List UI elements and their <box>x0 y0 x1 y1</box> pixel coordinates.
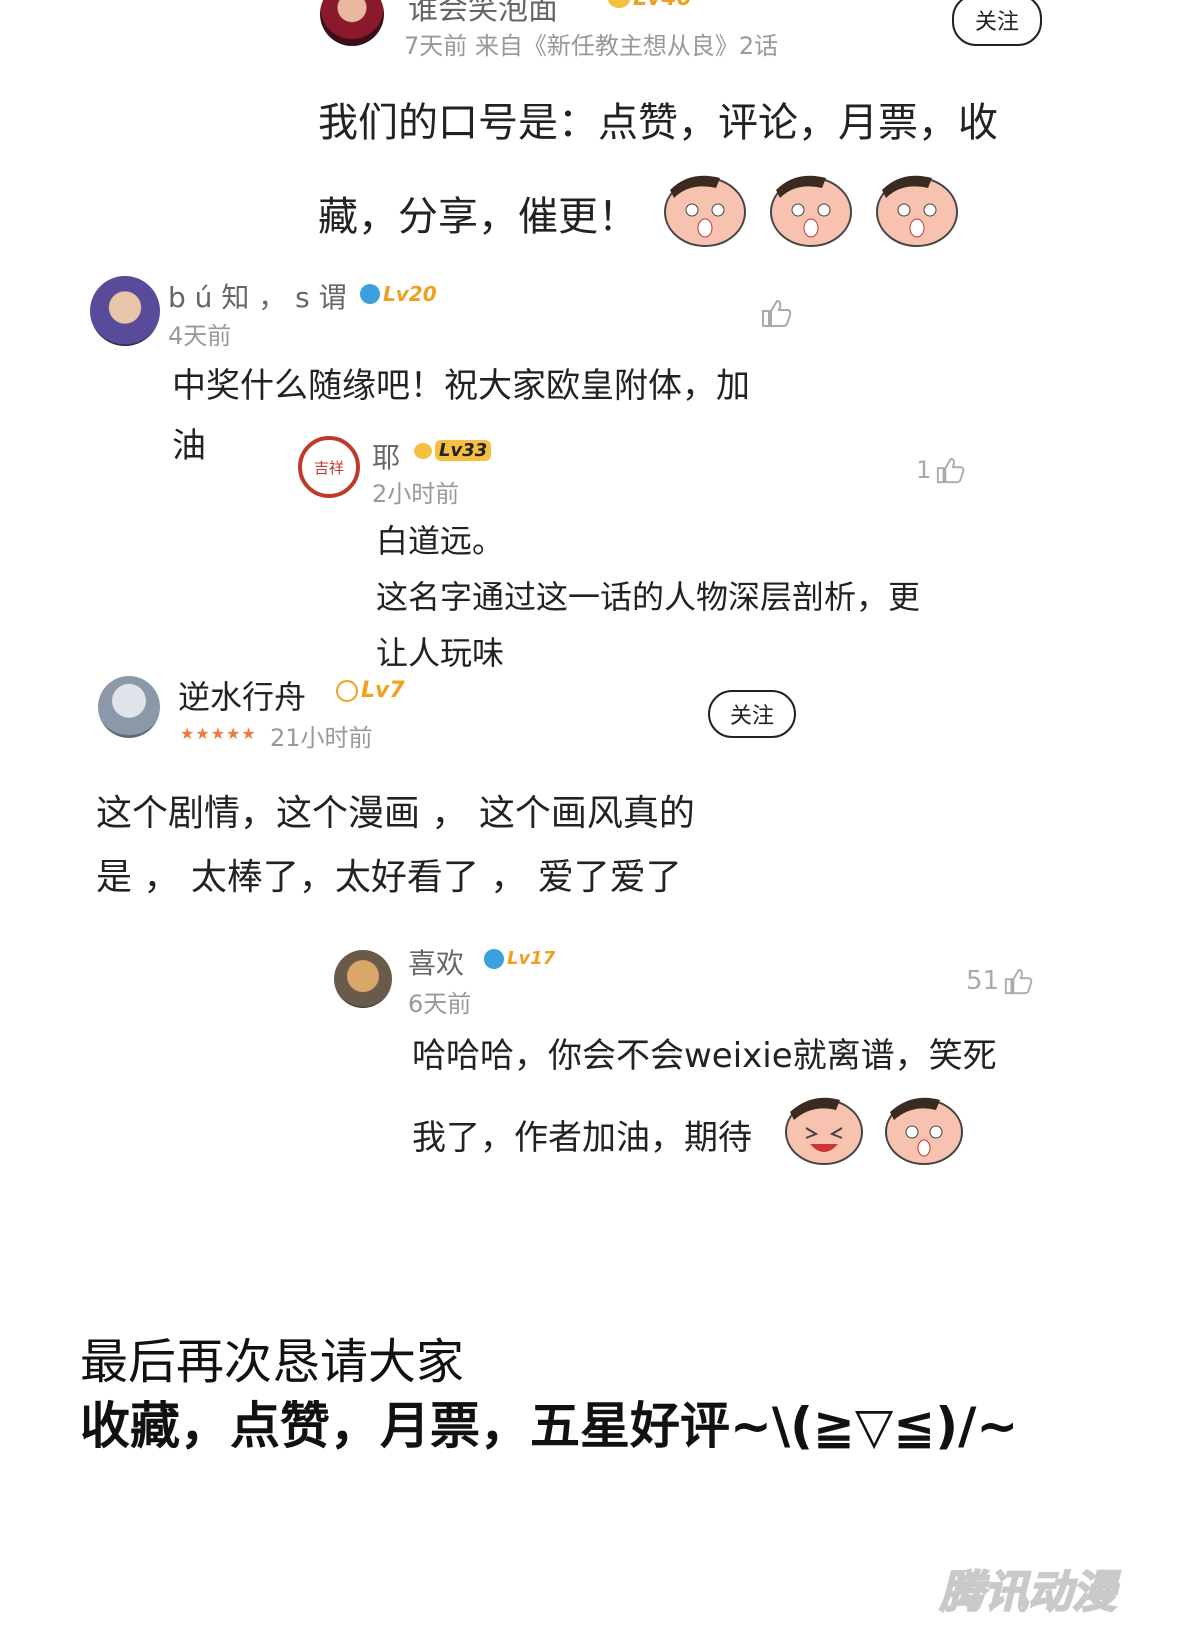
comment-text: 白道远。 <box>376 522 505 560</box>
like-button[interactable]: 1 <box>916 456 965 484</box>
comment-meta: 4天前 <box>168 322 232 350</box>
star-rating: ★★★★★ <box>180 724 257 743</box>
thumbs-up-icon <box>937 457 965 484</box>
level-label: Lv40 <box>633 0 692 11</box>
follow-button[interactable]: 关注 <box>952 0 1042 46</box>
avatar[interactable]: 吉祥 <box>298 436 360 498</box>
level-label: Lv17 <box>507 948 556 969</box>
emoji-face <box>664 175 746 247</box>
comment-text: 哈哈哈，你会不会weixie就离谱，笑死 <box>412 1036 997 1076</box>
comment-meta: 6天前 <box>408 990 472 1018</box>
comment-text: 让人玩味 <box>376 634 505 672</box>
avatar[interactable] <box>98 676 160 738</box>
level-badge: Lv40 <box>608 0 692 11</box>
emoji-face <box>770 175 852 247</box>
emoji-face <box>885 1097 963 1165</box>
level-crown-icon <box>608 0 630 8</box>
like-button[interactable]: 51 <box>966 966 1033 996</box>
footer-call-to-action: 收藏，点赞，月票，五星好评~\(≧▽≦)/~ <box>80 1397 1019 1455</box>
level-badge: Lv7 <box>336 678 405 703</box>
follow-label: 关注 <box>974 10 1019 35</box>
comment-text: 是 ， 太棒了，太好看了 ， 爱了爱了 <box>96 857 682 898</box>
follow-button[interactable]: 关注 <box>708 690 796 738</box>
comment-text: 我们的口号是：点赞，评论，月票，收 <box>318 100 998 146</box>
follow-label: 关注 <box>729 704 774 729</box>
username[interactable]: 耶 <box>372 436 400 476</box>
comment-text: 油 <box>172 426 206 466</box>
comment-meta: 21小时前 <box>270 724 373 752</box>
emoji-face <box>876 175 958 247</box>
thumbs-up-icon[interactable] <box>760 298 792 328</box>
avatar[interactable] <box>334 950 392 1008</box>
level-label: Lv20 <box>383 282 437 306</box>
level-crown-icon <box>414 442 432 459</box>
level-badge: Lv20 <box>360 282 437 306</box>
level-badge: Lv33 <box>414 440 492 461</box>
username[interactable]: 谁会笑泡面 <box>408 0 558 28</box>
avatar-text: 吉祥 <box>313 458 344 477</box>
comment-meta: 7天前 来自《新任教主想从良》2话 <box>404 32 779 60</box>
avatar[interactable] <box>320 0 384 46</box>
comment-text: 藏，分享，催更！ <box>318 194 638 240</box>
level-label: Lv7 <box>361 678 405 703</box>
like-count: 1 <box>916 456 932 484</box>
avatar[interactable] <box>90 276 160 346</box>
emoji-face-laughing <box>785 1097 863 1165</box>
comment-meta: 2小时前 <box>372 480 460 508</box>
thumbs-up-icon <box>1005 968 1033 995</box>
level-globe-icon <box>360 284 380 304</box>
comment-text: 这名字通过这一话的人物深层剖析，更 <box>376 578 921 616</box>
level-badge: Lv17 <box>484 948 555 969</box>
comment-text: 这个剧情，这个漫画 ， 这个画风真的 <box>96 793 695 834</box>
username[interactable]: 逆水行舟 <box>178 672 306 718</box>
cartoon-face-emoji <box>664 175 958 247</box>
like-count: 51 <box>966 966 1000 996</box>
level-face-icon <box>336 679 358 702</box>
username[interactable]: b ú 知 ， s 谓 <box>168 276 347 316</box>
level-label: Lv33 <box>435 440 492 461</box>
username[interactable]: 喜欢 <box>408 942 464 982</box>
footer-line: 最后再次恳请大家 <box>80 1334 465 1390</box>
level-globe-icon <box>484 948 504 969</box>
comment-text: 我了，作者加油，期待 <box>412 1118 752 1158</box>
cartoon-face-emoji <box>785 1097 963 1165</box>
comment-text: 中奖什么随缘吧！祝大家欧皇附体，加 <box>172 366 750 406</box>
watermark: 腾讯动漫 <box>939 1566 1117 1619</box>
